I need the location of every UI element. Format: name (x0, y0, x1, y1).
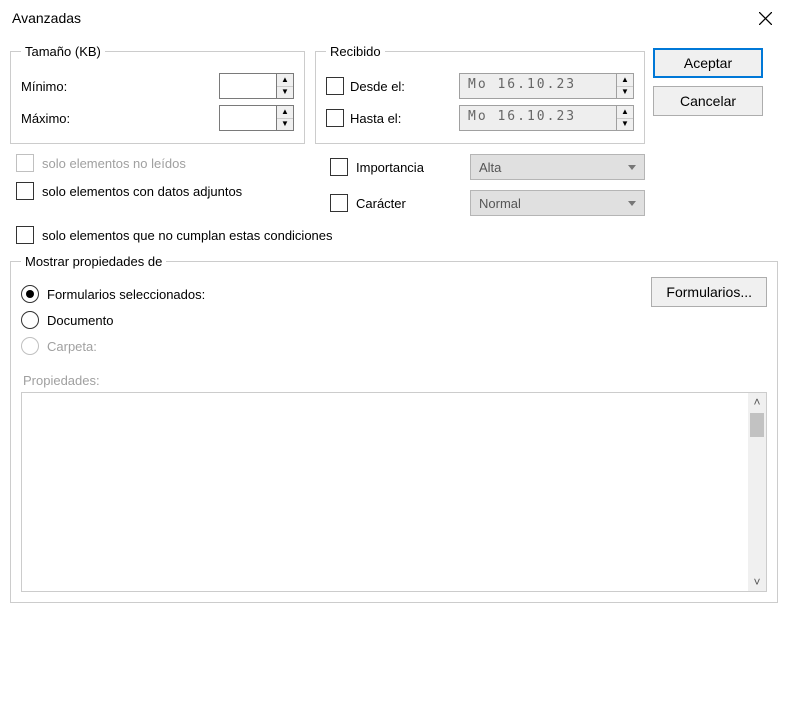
character-value: Normal (479, 196, 521, 211)
size-group: Tamaño (KB) Mínimo: ▲▼ Máximo: ▲▼ (10, 44, 305, 144)
max-spin-up[interactable]: ▲ (277, 106, 293, 119)
received-legend: Recibido (326, 44, 385, 59)
max-spin-down[interactable]: ▼ (277, 119, 293, 131)
unread-checkbox (16, 154, 34, 172)
document-radio[interactable] (21, 311, 39, 329)
importance-value: Alta (479, 160, 501, 175)
to-date-down[interactable]: ▼ (617, 119, 633, 131)
forms-button[interactable]: Formularios... (651, 277, 767, 307)
mostrar-group: Mostrar propiedades de Formularios selec… (10, 254, 778, 603)
min-spin-up[interactable]: ▲ (277, 74, 293, 87)
scroll-up-icon[interactable]: ˄ (753, 395, 760, 409)
importance-label: Importancia (356, 160, 424, 175)
size-legend: Tamaño (KB) (21, 44, 105, 59)
from-label: Desde el: (350, 79, 405, 94)
importance-checkbox[interactable] (330, 158, 348, 176)
from-date-down[interactable]: ▼ (617, 87, 633, 99)
accept-button[interactable]: Aceptar (653, 48, 763, 78)
cancel-button[interactable]: Cancelar (653, 86, 763, 116)
attachments-checkbox[interactable] (16, 182, 34, 200)
scrollbar[interactable]: ˄ ˅ (748, 393, 766, 591)
received-group: Recibido Desde el: Mo 16.10.23 ▲▼ (315, 44, 645, 144)
max-input[interactable] (219, 105, 276, 131)
to-label: Hasta el: (350, 111, 401, 126)
not-match-label: solo elementos que no cumplan estas cond… (42, 228, 333, 243)
to-date-input[interactable]: Mo 16.10.23 (459, 105, 616, 131)
not-match-checkbox[interactable] (16, 226, 34, 244)
close-icon (759, 12, 772, 25)
from-checkbox[interactable] (326, 77, 344, 95)
folder-radio (21, 337, 39, 355)
to-date-up[interactable]: ▲ (617, 106, 633, 119)
folder-radio-label: Carpeta: (47, 339, 97, 354)
unread-label: solo elementos no leídos (42, 156, 186, 171)
max-label: Máximo: (21, 111, 111, 126)
mostrar-legend: Mostrar propiedades de (21, 254, 166, 269)
min-input[interactable] (219, 73, 276, 99)
character-label: Carácter (356, 196, 406, 211)
attachments-label: solo elementos con datos adjuntos (42, 184, 242, 199)
forms-radio-label: Formularios seleccionados: (47, 287, 205, 302)
min-spin-down[interactable]: ▼ (277, 87, 293, 99)
to-checkbox[interactable] (326, 109, 344, 127)
from-date-up[interactable]: ▲ (617, 74, 633, 87)
properties-listbox[interactable] (22, 393, 748, 591)
forms-radio[interactable] (21, 285, 39, 303)
scroll-thumb[interactable] (750, 413, 764, 437)
min-label: Mínimo: (21, 79, 111, 94)
document-radio-label: Documento (47, 313, 113, 328)
character-checkbox[interactable] (330, 194, 348, 212)
character-select[interactable]: Normal (470, 190, 645, 216)
window-title: Avanzadas (12, 10, 742, 26)
close-button[interactable] (742, 0, 788, 36)
scroll-down-icon[interactable]: ˅ (753, 575, 760, 589)
from-date-input[interactable]: Mo 16.10.23 (459, 73, 616, 99)
importance-select[interactable]: Alta (470, 154, 645, 180)
properties-label: Propiedades: (23, 373, 767, 388)
